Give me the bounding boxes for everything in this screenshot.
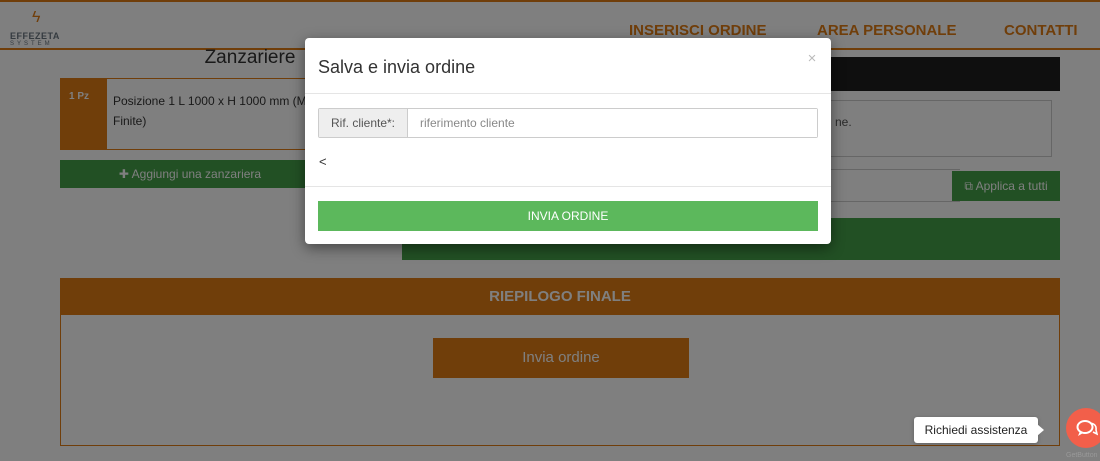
widget-brand: GetButton <box>1066 452 1098 459</box>
modal-extra-text: < <box>319 154 327 169</box>
chat-bubble-icon <box>1076 420 1098 436</box>
modal-title: Salva e invia ordine <box>318 57 476 77</box>
customer-ref-label: Rif. cliente*: <box>319 109 408 137</box>
customer-ref-input[interactable] <box>408 109 817 137</box>
assistance-tooltip: Richiedi assistenza <box>914 417 1038 443</box>
chat-button[interactable] <box>1066 408 1100 448</box>
submit-order-button[interactable]: INVIA ORDINE <box>318 201 818 231</box>
save-order-modal: Salva e invia ordine × Rif. cliente*: < … <box>305 38 831 244</box>
modal-header: Salva e invia ordine × <box>305 38 831 94</box>
close-icon[interactable]: × <box>805 51 819 67</box>
tooltip-arrow <box>1037 424 1044 436</box>
modal-divider <box>305 186 831 187</box>
customer-ref-group: Rif. cliente*: <box>318 108 818 138</box>
